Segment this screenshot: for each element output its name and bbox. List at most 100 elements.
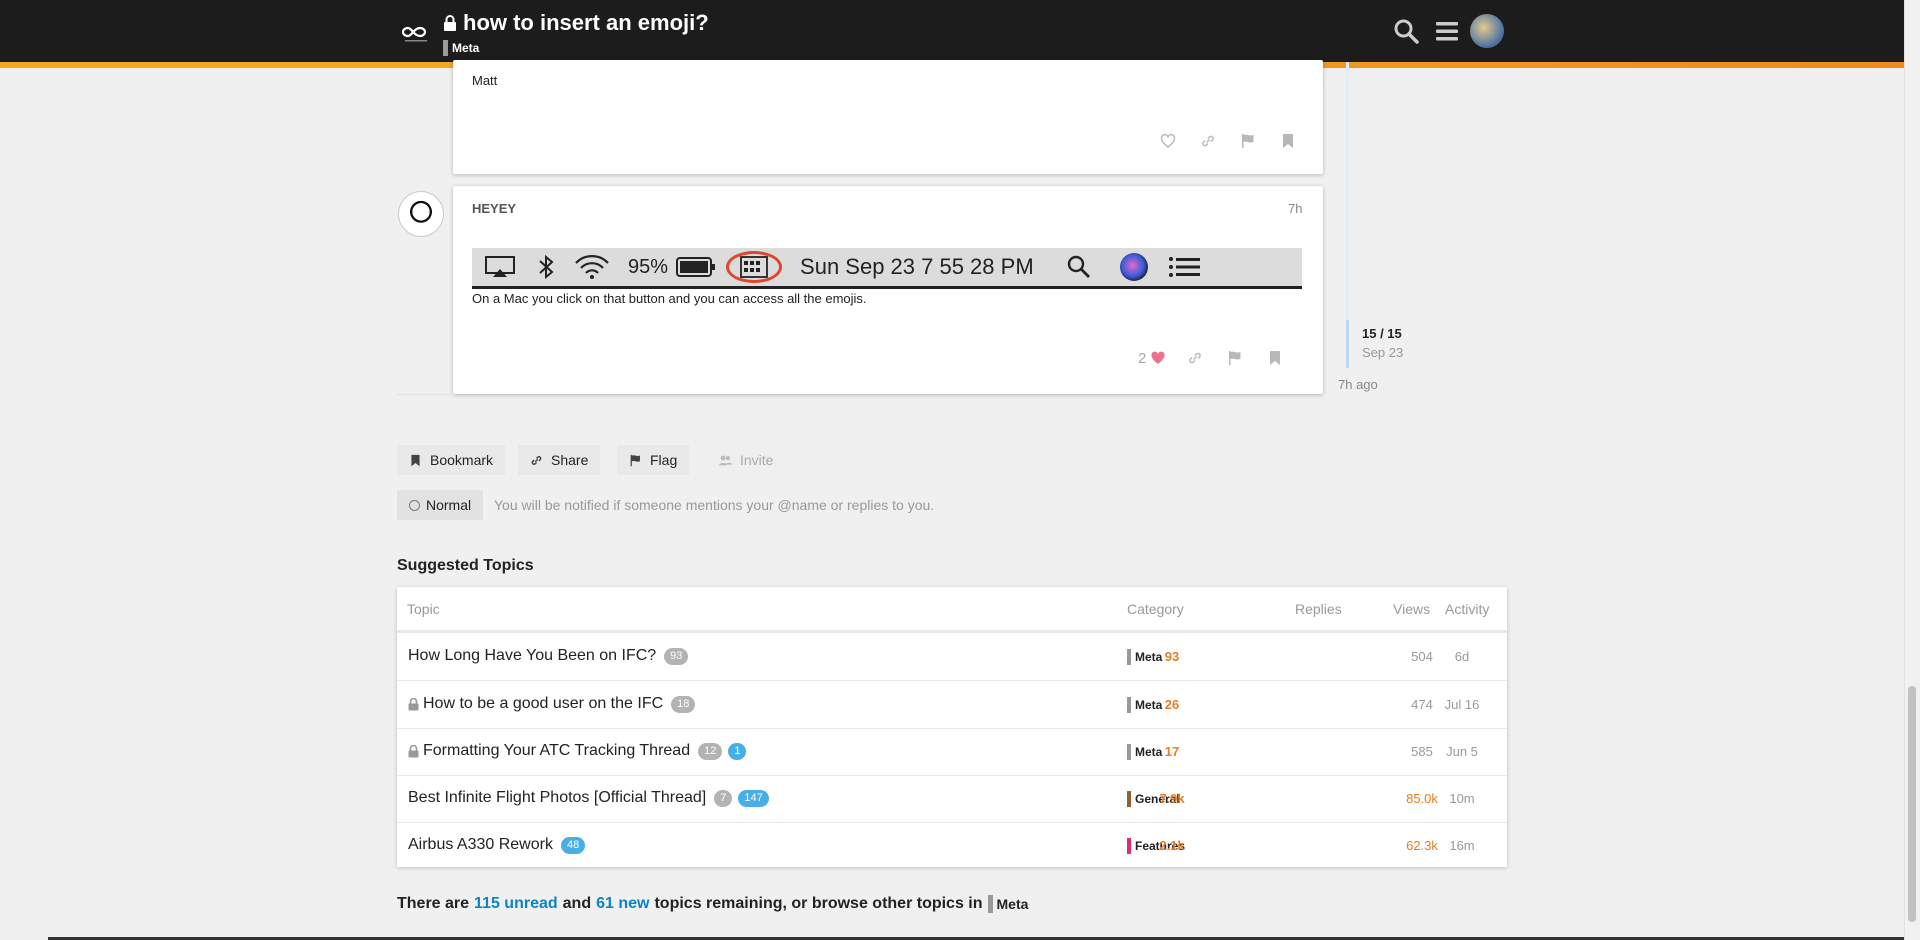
siri-icon: [1119, 253, 1148, 281]
timeline-handle[interactable]: [1346, 320, 1349, 368]
notification-level-label: Normal: [426, 497, 472, 513]
heart-icon: [1160, 133, 1176, 148]
timeline-track[interactable]: [1346, 62, 1349, 322]
bookmark-icon: [411, 454, 420, 466]
post-image-mac-menubar[interactable]: 95% Sun Sep 23 7 55 28 PM: [472, 248, 1302, 289]
new-topics-link[interactable]: 61 new: [596, 895, 649, 913]
share-topic-button[interactable]: Share: [518, 445, 601, 475]
like-button[interactable]: [1157, 130, 1179, 152]
new-posts-badge[interactable]: 1: [728, 742, 747, 760]
views-count: 504: [1411, 649, 1433, 664]
activity-time[interactable]: Jul 16: [1437, 697, 1487, 712]
hamburger-menu-icon[interactable]: [1434, 18, 1460, 44]
views-count: 85.0k: [1406, 791, 1438, 806]
lock-icon: [444, 15, 456, 31]
column-header-category[interactable]: Category: [1127, 601, 1184, 617]
post-body: On a Mac you click on that button and yo…: [472, 291, 867, 306]
logo-infinity-icon[interactable]: [400, 16, 432, 46]
topic-title[interactable]: how to insert an emoji?: [443, 10, 709, 36]
post-body: Matt: [472, 73, 498, 88]
timeline-date: Sep 23: [1362, 345, 1404, 360]
unread-topics-link[interactable]: 115 unread: [474, 895, 558, 913]
link-icon: [1202, 135, 1214, 147]
topic-title-text: how to insert an emoji?: [463, 10, 709, 35]
bluetooth-icon: [539, 254, 554, 280]
topic-category-badge[interactable]: Meta: [443, 40, 709, 56]
topic-title: How Long Have You Been on IFC?: [408, 647, 657, 664]
category-color-bar: [987, 895, 993, 913]
topic-title: Best Infinite Flight Photos [Official Th…: [408, 789, 707, 806]
post-count-badge[interactable]: 93: [664, 647, 689, 665]
post-count-badge[interactable]: 18: [671, 695, 696, 713]
post-age[interactable]: 7h: [1288, 201, 1302, 216]
lock-icon: [408, 744, 419, 757]
like-count: 2: [1138, 349, 1147, 367]
flag-topic-button[interactable]: Flag: [617, 445, 690, 475]
site-header: [0, 0, 1904, 62]
table-row: How Long Have You Been on IFC? 93 Meta 9…: [397, 633, 1507, 681]
bookmark-topic-button[interactable]: Bookmark: [397, 445, 506, 475]
invite-button[interactable]: Invite: [707, 445, 786, 475]
bookmark-button[interactable]: [1264, 347, 1286, 369]
battery-percent: 95%: [628, 255, 669, 278]
flag-button[interactable]: [1224, 347, 1246, 369]
lock-icon: [408, 697, 419, 710]
new-posts-badge[interactable]: 147: [738, 789, 769, 807]
browse-category-link[interactable]: Meta: [987, 895, 1028, 913]
table-row: Best Infinite Flight Photos [Official Th…: [397, 775, 1507, 823]
column-header-activity[interactable]: Activity: [1445, 601, 1489, 617]
heart-icon: [1151, 351, 1165, 364]
bookmark-button[interactable]: [1277, 130, 1299, 152]
column-header-replies[interactable]: Replies: [1295, 601, 1342, 617]
invite-label: Invite: [740, 452, 774, 468]
wifi-icon: [575, 255, 609, 279]
user-avatar[interactable]: [1470, 14, 1504, 48]
replies-count: 93: [1164, 649, 1180, 664]
column-header-topic[interactable]: Topic: [407, 601, 440, 617]
share-link-button[interactable]: [1197, 130, 1219, 152]
flag-icon: [630, 454, 640, 466]
topic-link[interactable]: Airbus A330 Rework 48: [408, 836, 586, 854]
activity-time[interactable]: 16m: [1437, 838, 1487, 853]
topic-link[interactable]: Formatting Your ATC Tracking Thread 12 1: [408, 742, 747, 760]
post-count-badge[interactable]: 7: [714, 789, 733, 807]
spotlight-search-icon: [1067, 255, 1090, 278]
topic-link[interactable]: How to be a good user on the IFC 18: [408, 695, 696, 713]
scrollbar-thumb[interactable]: [1908, 686, 1916, 922]
bookmark-label: Bookmark: [430, 452, 494, 468]
topic-link[interactable]: Best Infinite Flight Photos [Official Th…: [408, 789, 769, 807]
link-icon: [1189, 352, 1202, 364]
share-link-button[interactable]: [1184, 347, 1206, 369]
replies-count: 17: [1164, 744, 1180, 759]
post-author-avatar[interactable]: [398, 191, 444, 237]
table-row: Airbus A330 Rework 48 Features 2.1k 62.3…: [397, 822, 1507, 869]
suggested-topics-heading: Suggested Topics: [397, 557, 534, 574]
message-and: and: [562, 895, 592, 912]
flag-button[interactable]: [1237, 130, 1259, 152]
activity-time[interactable]: 6d: [1437, 649, 1487, 664]
replies-count: 2.1k: [1159, 838, 1185, 853]
notification-center-icon: [1168, 257, 1200, 277]
table-row: Formatting Your ATC Tracking Thread 12 1…: [397, 728, 1507, 776]
activity-time[interactable]: Jun 5: [1437, 744, 1487, 759]
replies-count: 26: [1164, 697, 1180, 712]
table-row: How to be a good user on the IFC 18 Meta…: [397, 681, 1507, 729]
views-count: 585: [1411, 744, 1433, 759]
topic-title: Airbus A330 Rework: [408, 836, 553, 853]
like-button[interactable]: 2: [1138, 350, 1166, 367]
flag-icon: [1229, 351, 1241, 365]
column-header-views[interactable]: Views: [1393, 601, 1430, 617]
notification-level-button[interactable]: Normal: [397, 490, 484, 520]
flag-icon: [1242, 134, 1254, 148]
post-username[interactable]: HEYEY: [472, 201, 516, 216]
timeline-last-activity[interactable]: 7h ago: [1338, 377, 1378, 392]
new-posts-badge[interactable]: 48: [560, 836, 586, 854]
post-count-badge[interactable]: 12: [698, 742, 723, 760]
topic-header: how to insert an emoji? Meta: [443, 10, 709, 56]
timeline-post-count: 15 / 15: [1362, 326, 1402, 341]
keyboard-viewer-icon: [740, 256, 768, 278]
activity-time[interactable]: 10m: [1437, 791, 1487, 806]
topic-link[interactable]: How Long Have You Been on IFC? 93: [408, 647, 689, 665]
flag-label: Flag: [650, 452, 678, 468]
search-icon[interactable]: [1393, 18, 1419, 44]
